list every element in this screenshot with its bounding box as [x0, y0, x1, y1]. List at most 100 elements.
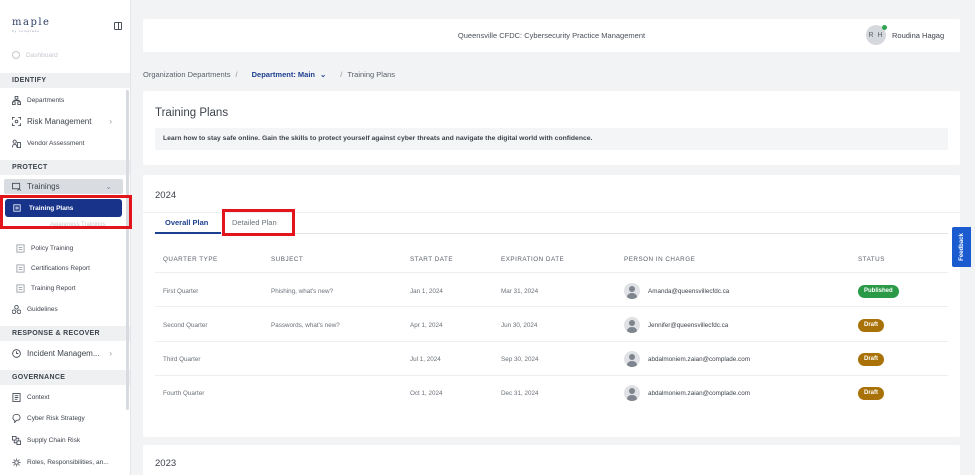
cell-quarter: Third Quarter	[163, 356, 201, 363]
chevron-right-icon: ›	[109, 349, 112, 358]
breadcrumb-current: Training Plans	[347, 70, 396, 79]
status-badge: Draft	[858, 353, 885, 366]
cell-expiration-date: Sep 30, 2024	[501, 356, 539, 363]
cell-quarter: Fourth Quarter	[163, 390, 205, 397]
document-icon	[16, 284, 25, 293]
sidebar-item-label: Certifications Report	[31, 265, 90, 272]
cell-person: abdalmoniem.zaian@complade.com	[624, 351, 750, 367]
person-email: Amanda@queensvillecfdc.ca	[648, 287, 730, 295]
sidebar-item-label: Policy Training	[31, 245, 74, 252]
supply-chain-icon	[12, 436, 21, 445]
cell-person: Jennifer@queensvillecfdc.ca	[624, 317, 728, 333]
sidebar-item-cyber-risk-strategy[interactable]: Cyber Risk Strategy	[12, 414, 85, 423]
sidebar-item-label: Dashboard	[26, 51, 58, 59]
plan-year: 2023	[155, 458, 177, 469]
chevron-right-icon: ›	[109, 117, 112, 126]
cell-subject: Passwords, what's new?	[271, 322, 340, 329]
sidebar-item-label: Training Report	[31, 285, 76, 292]
cell-person: Amanda@queensvillecfdc.ca	[624, 283, 729, 299]
roles-icon	[12, 458, 21, 467]
table-row-divider	[155, 306, 948, 307]
sidebar: maple by complade Dashboard IDENTIFY Dep…	[0, 0, 131, 475]
breadcrumb-department[interactable]: Department: Main	[252, 70, 315, 79]
table-row-divider	[155, 341, 948, 342]
logo-subtext: by complade	[12, 29, 41, 33]
sidebar-item-dashboard[interactable]: Dashboard	[12, 51, 58, 59]
app-title: Queensville CFDC: Cybersecurity Practice…	[457, 31, 646, 40]
document-icon	[13, 204, 21, 212]
column-header-quarter: QUARTER TYPE	[163, 256, 218, 263]
sidebar-item-guidelines[interactable]: Guidelines	[12, 305, 58, 314]
sidebar-item-label: Vendor Assessment	[27, 140, 85, 147]
cell-quarter: Second Quarter	[163, 322, 208, 329]
status-badge: Draft	[858, 387, 885, 400]
page-title: Training Plans	[155, 107, 229, 119]
feedback-button[interactable]: Feedback	[952, 227, 971, 267]
logo[interactable]: maple by complade	[12, 17, 50, 33]
clock-icon	[12, 349, 21, 358]
tab-overall-plan[interactable]: Overall Plan	[165, 218, 208, 227]
guidelines-icon	[12, 305, 21, 314]
sidebar-item-incident-management[interactable]: Incident Managem...	[12, 349, 99, 358]
vendor-icon	[12, 139, 21, 148]
sidebar-collapse-icon[interactable]	[114, 22, 122, 30]
cell-start-date: Jul 1, 2024	[410, 356, 441, 363]
sidebar-item-training-report[interactable]: Training Report	[16, 284, 76, 293]
sidebar-item-label: Training Plans	[29, 204, 74, 212]
header-row-divider	[155, 272, 948, 273]
person-email: abdalmoniem.zaian@complade.com	[648, 389, 750, 397]
tab-active-indicator	[155, 232, 221, 234]
plan-card-2023: 2023	[143, 445, 960, 475]
sidebar-item-label: Incident Managem...	[27, 349, 100, 358]
cell-subject: Phishing, what's new?	[271, 288, 334, 295]
user-avatar-icon	[624, 283, 640, 299]
sidebar-item-vendor-assessment[interactable]: Vendor Assessment	[12, 139, 84, 148]
cell-start-date: Jan 1, 2024	[410, 288, 443, 295]
dashboard-icon	[12, 51, 20, 59]
cell-start-date: Oct 1, 2024	[410, 390, 443, 397]
sidebar-item-label: Roles, Responsibilities, an...	[27, 459, 109, 466]
sidebar-item-context[interactable]: Context	[12, 393, 49, 402]
cell-start-date: Apr 1, 2024	[410, 322, 443, 329]
sidebar-item-label: Cyber Risk Strategy	[27, 415, 85, 422]
page-description: Learn how to stay safe online. Gain the …	[155, 128, 948, 150]
user-name[interactable]: Roudina Hagag	[892, 31, 944, 40]
intro-card: Training Plans Learn how to stay safe on…	[143, 91, 960, 165]
column-header-subject: SUBJECT	[271, 256, 304, 263]
chevron-down-icon[interactable]: ⌄	[320, 70, 326, 79]
cell-quarter: First Quarter	[163, 288, 199, 295]
column-header-person: PERSON IN CHARGE	[624, 256, 696, 263]
breadcrumb-root[interactable]: Organization Departments	[143, 70, 231, 79]
sidebar-item-label: Trainings	[27, 182, 60, 191]
person-email: Jennifer@queensvillecfdc.ca	[648, 321, 729, 329]
tab-detailed-plan[interactable]: Detailed Plan	[232, 218, 277, 227]
sidebar-item-supply-chain-risk[interactable]: Supply Chain Risk	[12, 436, 80, 445]
sidebar-item-label: Context	[27, 394, 50, 401]
person-email: abdalmoniem.zaian@complade.com	[648, 355, 750, 363]
sidebar-item-roles[interactable]: Roles, Responsibilities, an...	[12, 458, 109, 467]
user-avatar-icon	[624, 351, 640, 367]
sidebar-item-policy-training[interactable]: Policy Training	[16, 244, 73, 253]
sidebar-scrollbar[interactable]	[126, 90, 129, 410]
column-header-status: STATUS	[858, 256, 885, 263]
divider	[143, 212, 960, 213]
document-icon	[12, 393, 21, 402]
chevron-down-icon: ⌄	[105, 182, 112, 191]
hierarchy-icon	[12, 96, 21, 105]
sidebar-item-trainings[interactable]: Trainings	[12, 182, 60, 191]
top-bar: Queensville CFDC: Cybersecurity Practice…	[143, 19, 960, 52]
plan-card: 2024 Overall Plan Detailed Plan QUARTER …	[143, 175, 960, 437]
breadcrumb: Organization Departments / Department: M…	[143, 70, 395, 79]
sidebar-item-certifications-report[interactable]: Certifications Report	[16, 264, 90, 273]
document-icon	[16, 264, 25, 273]
sidebar-item-label: Supply Chain Risk	[27, 437, 81, 444]
cell-expiration-date: Mar 31, 2024	[501, 288, 539, 295]
cell-person: abdalmoniem.zaian@complade.com	[624, 385, 750, 401]
sidebar-item-training-plans[interactable]: Training Plans	[5, 199, 122, 217]
document-icon	[16, 244, 25, 253]
section-response-recover: RESPONSE & RECOVER	[0, 326, 130, 341]
section-protect: PROTECT	[0, 160, 130, 175]
cell-expiration-date: Dec 31, 2024	[501, 390, 539, 397]
sidebar-item-departments[interactable]: Departments	[12, 96, 64, 105]
sidebar-item-label: Guidelines	[27, 306, 58, 313]
